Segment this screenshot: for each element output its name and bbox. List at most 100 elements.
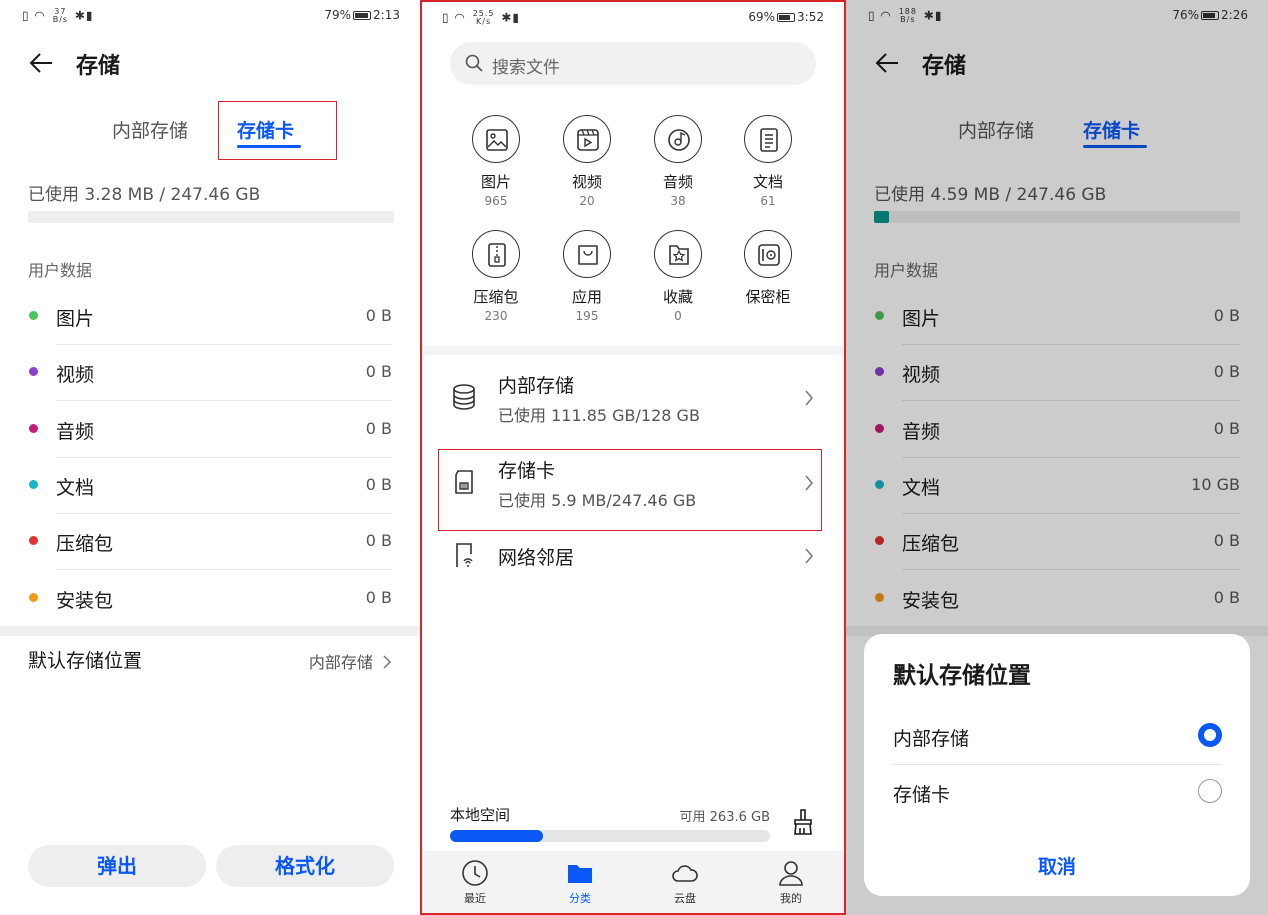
category-size: 0 B (365, 531, 392, 551)
local-space-label: 本地空间 (450, 806, 511, 824)
category-bag[interactable]: 应用 195 (547, 230, 627, 323)
local-space-bar (450, 830, 770, 842)
divider-band (0, 626, 420, 636)
storage-title: 内部存储 (498, 375, 575, 397)
category-name: 压缩包 (473, 288, 519, 306)
category-name: 文档 (752, 173, 783, 191)
search-bar[interactable]: 搜索文件 (450, 42, 816, 85)
storage-category-row: 视频 0 B (28, 345, 392, 402)
category-size: 0 B (365, 362, 392, 382)
local-space-bar-fill (450, 830, 543, 842)
storage-card-screen: ▯ ◠ 37 B/s ✱▮ 79% 2:13 存储 内部存储 存储卡 已使用 3.2… (0, 0, 420, 915)
category-count: 20 (579, 194, 595, 208)
local-space-available: 可用 263.6 GB (679, 810, 770, 825)
highlight-box (218, 101, 337, 160)
category-size: 0 B (365, 306, 392, 325)
safe-icon (758, 244, 780, 266)
radio-unselected-icon[interactable] (1198, 779, 1222, 803)
default-storage-row[interactable]: 默认存储位置 内部存储 (28, 646, 392, 686)
battery-percent: 79% (324, 8, 352, 22)
storage-used: 已使用 111.85 GB/128 GB (498, 406, 700, 425)
network-neighborhood-row[interactable]: 网络邻居 (446, 539, 820, 579)
dialog-title: 默认存储位置 (893, 663, 1031, 689)
eject-button[interactable]: 弹出 (28, 845, 206, 887)
category-name: 图片 (480, 173, 511, 191)
status-icons: ▯ ◠ 37 B/s ✱▮ (22, 7, 94, 24)
file-category-screen: ▯ ◠ 25.5 K/s ✱▮ 69% 3:52 搜索文件 图片 965 视频 20 音频 3… (420, 0, 846, 915)
category-music[interactable]: 音频 38 (638, 115, 718, 208)
default-storage-value: 内部存储 (308, 653, 373, 672)
storage-dialog-screen: ▯ ◠ 188 B/s ✱▮ 76% 2:26 存储 内部存储 存储卡 已使用 4.… (846, 0, 1268, 915)
back-arrow-icon[interactable] (28, 50, 54, 76)
cloud-icon (672, 865, 698, 882)
radio-selected-icon[interactable] (1198, 723, 1222, 747)
archive-icon (488, 243, 506, 267)
status-time: 3:52 (797, 10, 824, 24)
status-bar: ▯ ◠ 25.5 K/s ✱▮ 69% 3:52 (422, 2, 844, 32)
chevron-right-icon (805, 548, 813, 564)
category-name: 收藏 (662, 288, 693, 306)
storage-category-row: 文档 0 B (28, 458, 392, 514)
category-count: 195 (575, 309, 599, 323)
category-name: 保密柜 (745, 288, 791, 306)
clean-broom-icon[interactable] (790, 808, 816, 836)
battery-percent: 69% (748, 10, 776, 24)
document-icon (760, 128, 778, 152)
category-label: 视频 (56, 364, 95, 387)
nav-recent[interactable]: 最近 (445, 859, 505, 906)
usage-bar (28, 211, 394, 223)
page-title: 存储 (76, 54, 121, 79)
category-dot-icon (29, 536, 38, 546)
nav-category[interactable]: 分类 (550, 859, 610, 906)
category-star[interactable]: 收藏 0 (638, 230, 718, 323)
category-video[interactable]: 视频 20 (547, 115, 627, 208)
category-name: 视频 (571, 173, 602, 191)
category-document[interactable]: 文档 61 (728, 115, 808, 208)
category-image[interactable]: 图片 965 (456, 115, 536, 208)
star-icon (669, 245, 689, 265)
option-storage-card[interactable]: 存储卡 (893, 765, 1222, 821)
category-label: 音频 (56, 420, 95, 443)
category-dot-icon (29, 311, 38, 320)
music-icon (668, 129, 690, 151)
storage-category-row: 图片 0 B (28, 289, 392, 345)
search-icon (465, 54, 483, 72)
category-count: 230 (484, 309, 508, 323)
status-time: 2:13 (373, 8, 400, 22)
category-size: 0 B (365, 418, 392, 438)
bottom-nav: 最近 分类 云盘 我的 (422, 851, 844, 913)
cancel-button[interactable]: 取消 (864, 852, 1250, 879)
folder-icon (568, 865, 592, 883)
bag-icon (578, 245, 598, 265)
format-button[interactable]: 格式化 (216, 845, 394, 887)
category-name: 音频 (662, 173, 693, 191)
image-icon (486, 129, 508, 151)
category-archive[interactable]: 压缩包 230 (456, 230, 536, 323)
default-storage-label: 默认存储位置 (28, 650, 143, 672)
status-bar: ▯ ◠ 37 B/s ✱▮ 79% 2:13 (0, 0, 420, 30)
chevron-right-icon (383, 655, 392, 669)
person-icon (779, 861, 803, 886)
battery-icon (777, 13, 796, 22)
search-placeholder: 搜索文件 (492, 58, 560, 78)
category-count: 61 (760, 194, 776, 208)
category-safe[interactable]: 保密柜 (728, 230, 808, 307)
category-dot-icon (29, 479, 38, 489)
nav-cloud[interactable]: 云盘 (655, 859, 715, 906)
category-dot-icon (29, 423, 38, 433)
database-icon (453, 384, 475, 410)
status-icons: ▯ ◠ 25.5 K/s ✱▮ (442, 9, 520, 26)
chevron-right-icon (805, 390, 813, 406)
nav-mine[interactable]: 我的 (761, 859, 821, 906)
storage-category-row: 压缩包 0 B (28, 514, 392, 571)
option-internal-storage[interactable]: 内部存储 (893, 709, 1222, 765)
tab-internal-storage[interactable]: 内部存储 (112, 116, 188, 143)
used-space-text: 已使用 3.28 MB / 247.46 GB (28, 185, 261, 205)
storage-title: 网络邻居 (498, 547, 575, 569)
category-size: 0 B (365, 474, 392, 494)
default-storage-dialog: 默认存储位置 内部存储 存储卡 取消 (864, 634, 1250, 896)
storage-internal-row[interactable]: 内部存储已使用 111.85 GB/128 GB (446, 369, 820, 431)
battery-icon (353, 11, 372, 20)
category-count: 965 (484, 194, 508, 208)
category-dot-icon (29, 367, 38, 377)
